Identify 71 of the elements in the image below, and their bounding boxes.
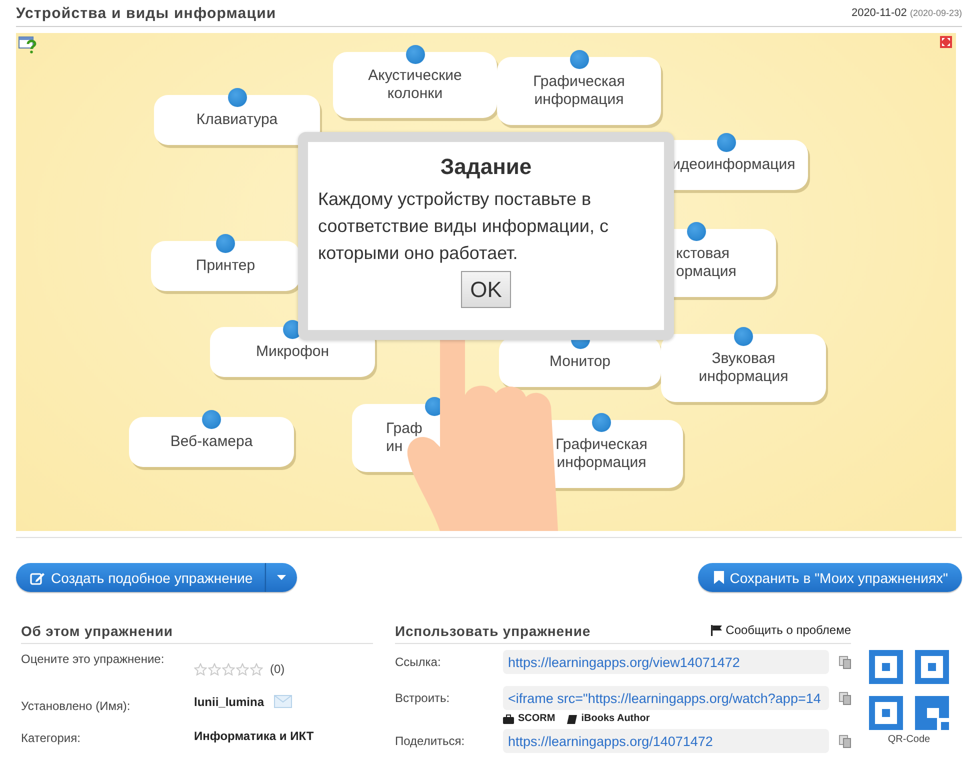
qr-label: QR-Code	[888, 734, 930, 745]
field-label: Встроить:	[395, 691, 451, 705]
dropdown-button[interactable]	[264, 563, 297, 592]
edit-icon	[30, 570, 45, 584]
card-label: Граф ин	[386, 420, 422, 456]
section-heading: Об этом упражнении	[21, 623, 173, 639]
card-label: Микрофон	[256, 343, 330, 361]
dialog-text: Каждому устройству поставьте в соответствие виды информации, с которыми оно работает.	[318, 188, 610, 265]
connector-dot[interactable]	[202, 410, 221, 429]
field-label: Поделиться:	[395, 734, 466, 748]
bookmark-icon	[714, 571, 724, 584]
created-date: (2020-09-23)	[910, 8, 962, 18]
star-icon[interactable]	[208, 662, 221, 676]
card-label: Принтер	[196, 257, 256, 275]
word-card[interactable]: Звуковая информация	[661, 334, 826, 402]
word-card[interactable]: Принтер	[151, 241, 300, 291]
star-icon[interactable]	[250, 662, 263, 676]
link-field[interactable]: <iframe src="https://learningapps.org/watch?app=14	[503, 686, 829, 710]
connector-dot[interactable]	[228, 88, 246, 107]
flag-icon	[710, 624, 722, 636]
connector-dot[interactable]	[592, 413, 611, 432]
export-link[interactable]: iBooks Author	[567, 713, 650, 724]
card-label: Графическая информация	[554, 436, 648, 472]
link-field[interactable]: https://learningapps.org/14071472	[503, 729, 829, 753]
rating-label: Оцените это упражнение:	[21, 652, 166, 668]
author-label: Установлено (Имя):	[21, 699, 132, 713]
connector-dot[interactable]	[686, 222, 706, 241]
briefcase-icon	[503, 714, 514, 724]
qr-code[interactable]	[869, 650, 949, 730]
category-label: Категория:	[21, 731, 82, 745]
star-icon[interactable]	[194, 662, 207, 676]
ok-button[interactable]: OK	[461, 271, 511, 308]
link-field[interactable]: https://learningapps.org/view14071472	[503, 650, 829, 674]
card-label: Клавиатура	[196, 111, 278, 129]
category-value: Информатика и ИКТ	[194, 729, 315, 745]
create-button[interactable]: Создать подобное упражнение	[16, 563, 265, 592]
card-label: Акустические колонки	[367, 67, 463, 103]
card-label: идеоинформация	[672, 156, 796, 174]
field-label: Ссылка:	[395, 655, 442, 669]
word-card[interactable]: Клавиатура	[154, 95, 320, 145]
export-link[interactable]: SCORM	[503, 713, 556, 724]
dialog-title: Задание	[440, 154, 532, 180]
card-label: Звуковая информация	[698, 350, 790, 386]
star-icon[interactable]	[236, 662, 249, 676]
copy-icon[interactable]	[839, 692, 851, 704]
card-label: Монитор	[549, 353, 611, 371]
card-label: Графическая информация	[532, 73, 626, 109]
star-icon[interactable]	[222, 662, 235, 676]
author-name[interactable]: lunii_lumina	[194, 694, 264, 708]
section-heading: Использовать упражнение	[395, 623, 591, 639]
word-card[interactable]: Акустические колонки	[333, 52, 497, 118]
word-card[interactable]: Монитор	[499, 337, 661, 387]
connector-dot[interactable]	[716, 133, 736, 152]
connector-dot[interactable]	[216, 234, 235, 253]
rating-count: (0)	[270, 662, 285, 676]
card-label: Веб-камера	[170, 433, 253, 451]
connector-dot[interactable]	[570, 50, 588, 69]
connector-dot[interactable]	[734, 327, 753, 346]
page-title: Устройства и виды информации	[16, 5, 276, 22]
report-link[interactable]: Сообщить о проблеме	[710, 623, 851, 639]
word-card[interactable]: Веб-камера	[129, 417, 294, 467]
fullscreen-icon[interactable]	[940, 36, 952, 48]
card-label: кстовая ормация	[676, 245, 736, 281]
copy-icon[interactable]	[839, 656, 851, 668]
connector-dot[interactable]	[406, 45, 424, 64]
help-icon[interactable]	[18, 35, 37, 54]
caret-icon	[276, 575, 286, 580]
copy-icon[interactable]	[839, 734, 851, 748]
date-text: 2020-11-02	[851, 7, 907, 19]
save-button[interactable]: Сохранить в "Моих упражнениях"	[698, 563, 962, 592]
word-card[interactable]: Графическая информация	[497, 57, 661, 125]
